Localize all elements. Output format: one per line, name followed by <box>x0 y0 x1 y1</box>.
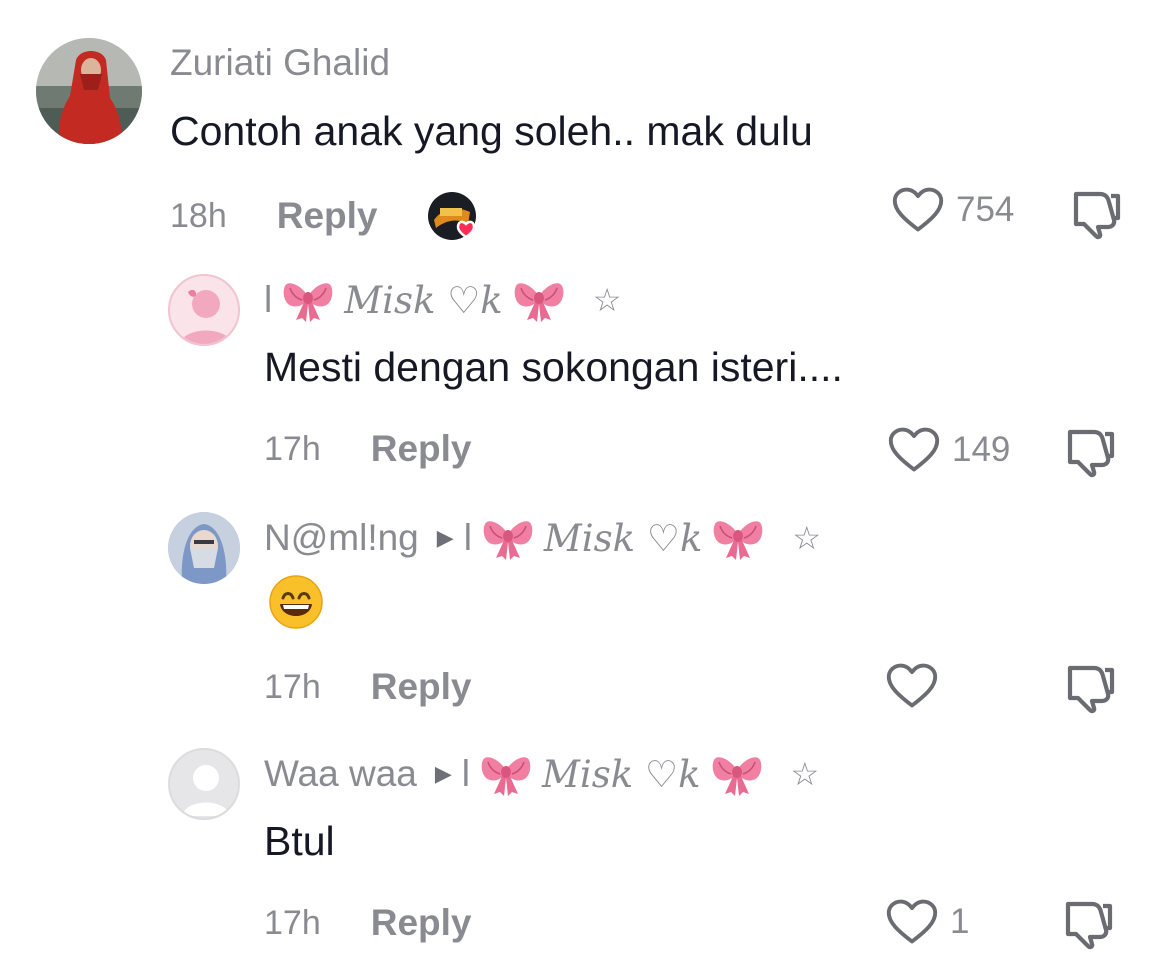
comment-username[interactable]: l Misk ♡k ☆ <box>264 278 621 322</box>
heart-outline-icon[interactable] <box>886 898 938 946</box>
like-control[interactable]: 1 <box>886 898 969 946</box>
thumbs-down-icon[interactable] <box>1064 424 1118 478</box>
comment-meta: 17h Reply <box>264 666 472 708</box>
comment-time: 17h <box>264 429 321 468</box>
heart-outline-icon[interactable] <box>888 426 940 474</box>
comment-meta: 17h Reply <box>264 428 472 470</box>
dislike-button[interactable] <box>1062 896 1116 955</box>
like-count: 149 <box>952 430 1011 469</box>
bow-icon <box>513 278 565 322</box>
reply-to-prefix[interactable]: l <box>464 517 472 559</box>
comment-time: 17h <box>264 903 321 942</box>
comment-text: Btul <box>264 818 335 864</box>
comment-meta: 17h Reply <box>264 902 472 944</box>
creator-liked-badge <box>427 190 484 242</box>
comment-item: Zuriati Ghalid Contoh anak yang soleh.. … <box>0 0 1170 260</box>
avatar-image <box>168 512 240 584</box>
comment-item: N@ml!ng ▶ l Misk ♡k ☆ 17h Reply <box>0 500 1170 736</box>
comment-text: Contoh anak yang soleh.. mak dulu <box>170 108 813 154</box>
comment-username[interactable]: N@ml!ng ▶ l Misk ♡k ☆ <box>264 516 821 560</box>
dislike-button[interactable] <box>1064 660 1118 719</box>
comment-time: 17h <box>264 667 321 706</box>
avatar[interactable] <box>36 38 142 144</box>
star-icon: ☆ <box>790 756 820 792</box>
grinning-emoji-icon <box>269 575 323 629</box>
reply-to-name[interactable]: Misk ♡k <box>544 517 702 560</box>
star-icon: ☆ <box>792 520 822 556</box>
reply-button[interactable]: Reply <box>371 428 472 470</box>
reply-to-name[interactable]: Misk ♡k <box>542 753 700 796</box>
creator-avatar-icon <box>427 192 476 240</box>
thumbs-down-icon[interactable] <box>1070 186 1124 240</box>
comment-text: Mesti dengan sokongan isteri.... <box>264 344 843 390</box>
bow-icon <box>480 752 532 796</box>
default-avatar-icon <box>182 765 230 816</box>
heart-outline-icon[interactable] <box>892 186 944 234</box>
bow-icon <box>712 516 764 560</box>
avatar[interactable] <box>168 274 240 346</box>
comment-meta: 18h Reply <box>170 190 484 242</box>
play-triangle-icon: ▶ <box>434 761 452 786</box>
reply-button[interactable]: Reply <box>371 666 472 708</box>
heart-outline-icon[interactable] <box>886 662 938 710</box>
like-control[interactable]: 149 <box>888 426 1010 474</box>
comment-item: Waa waa ▶ l Misk ♡k ☆ Btul 17h Reply 1 <box>0 736 1170 980</box>
like-control[interactable]: 754 <box>892 186 1014 234</box>
username-text[interactable]: Misk ♡k <box>344 279 502 322</box>
thumbs-down-icon[interactable] <box>1062 896 1116 950</box>
comment-time: 18h <box>170 196 227 235</box>
like-count: 1 <box>950 902 970 941</box>
bow-icon <box>711 752 763 796</box>
avatar-image <box>36 38 142 144</box>
comment-item: l Misk ♡k ☆ Mesti dengan sokongan isteri… <box>0 260 1170 500</box>
comment-text <box>268 574 324 640</box>
avatar[interactable] <box>168 512 240 584</box>
bow-icon <box>282 278 334 322</box>
reply-button[interactable]: Reply <box>371 902 472 944</box>
comment-username[interactable]: Waa waa ▶ l Misk ♡k ☆ <box>264 752 819 796</box>
default-avatar-icon <box>180 289 232 344</box>
avatar[interactable] <box>168 748 240 820</box>
thumbs-down-icon[interactable] <box>1064 660 1118 714</box>
username-prefix[interactable]: l <box>264 279 272 321</box>
username-text[interactable]: Waa waa <box>264 753 417 795</box>
username-text[interactable]: N@ml!ng <box>264 517 419 559</box>
play-triangle-icon: ▶ <box>436 525 454 550</box>
dislike-button[interactable] <box>1070 186 1124 245</box>
reply-to-prefix[interactable]: l <box>462 753 470 795</box>
comment-username[interactable]: Zuriati Ghalid <box>170 42 390 84</box>
username-text[interactable]: Zuriati Ghalid <box>170 42 390 84</box>
bow-icon <box>482 516 534 560</box>
dislike-button[interactable] <box>1064 424 1118 483</box>
like-count: 754 <box>956 190 1015 229</box>
like-control[interactable] <box>886 662 950 710</box>
star-icon: ☆ <box>592 282 622 318</box>
reply-button[interactable]: Reply <box>277 195 378 237</box>
